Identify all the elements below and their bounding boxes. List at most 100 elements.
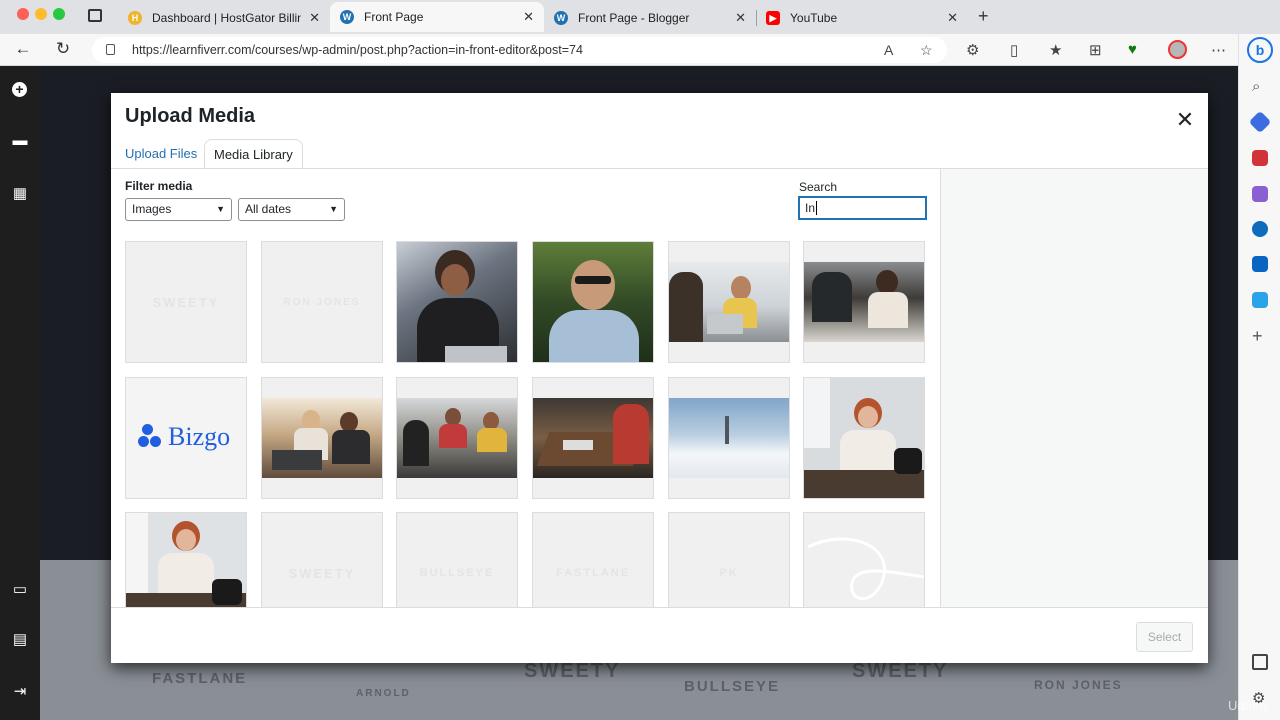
blocks-icon[interactable]: ▦: [12, 184, 28, 202]
maximize-window-button[interactable]: [53, 8, 65, 20]
browser-tab[interactable]: ▶ YouTube ✕: [756, 4, 968, 32]
media-logo-text: PK: [719, 567, 739, 579]
tab-title: YouTube: [790, 11, 838, 25]
close-icon[interactable]: ✕: [1175, 107, 1195, 133]
browser-tab-bar: H Dashboard | HostGator Billing/ ✕ W Fro…: [0, 0, 1280, 34]
bg-logo: SWEETY: [524, 660, 621, 682]
back-arrow-icon[interactable]: ←: [12, 39, 34, 59]
bg-logo: SWEETY: [852, 660, 949, 682]
tab-title: Dashboard | HostGator Billing/: [152, 11, 302, 25]
media-item[interactable]: [803, 512, 925, 607]
media-item[interactable]: [803, 241, 925, 363]
udemy-watermark: Udemy: [1228, 698, 1270, 713]
browser-tab[interactable]: H Dashboard | HostGator Billing/ ✕: [118, 4, 330, 32]
media-item[interactable]: [668, 377, 790, 499]
media-type-select[interactable]: Images ▼: [125, 198, 232, 221]
media-item[interactable]: SWEETY: [261, 512, 383, 607]
games-icon[interactable]: [1252, 186, 1268, 202]
browser-tab[interactable]: W Front Page - Blogger ✕: [544, 4, 756, 32]
tab-media-library[interactable]: Media Library: [204, 139, 303, 169]
extensions-icon[interactable]: ⚙: [966, 41, 979, 59]
media-item[interactable]: FASTLANE: [532, 512, 654, 607]
bg-logo: BULLSEYE: [684, 678, 781, 695]
page-icon[interactable]: ▤: [12, 630, 28, 648]
media-grid: SWEETY RON JONES Bizgo SWEETY BULLSEYE F…: [125, 241, 926, 607]
chevron-down-icon: ▼: [216, 204, 225, 214]
tab-actions-icon[interactable]: [88, 9, 102, 22]
favorites-icon[interactable]: ★: [1049, 41, 1062, 59]
split-screen-icon[interactable]: ▯: [1010, 41, 1018, 59]
media-item[interactable]: [261, 377, 383, 499]
close-window-button[interactable]: [17, 8, 29, 20]
media-item[interactable]: Bizgo: [125, 377, 247, 499]
swirl-graphic: [807, 537, 924, 600]
media-item[interactable]: [803, 377, 925, 499]
search-label: Search: [799, 180, 838, 194]
browser-tab-active[interactable]: W Front Page ✕: [330, 2, 544, 32]
bing-copilot-icon[interactable]: b: [1247, 37, 1273, 63]
add-sidebar-app-icon[interactable]: +: [1252, 327, 1268, 345]
filter-media-label: Filter media: [125, 179, 193, 193]
outlook-icon[interactable]: [1252, 256, 1268, 272]
bg-logo: FASTLANE: [152, 670, 248, 687]
favorite-star-icon[interactable]: ☆: [920, 42, 933, 59]
send-icon[interactable]: [1252, 292, 1268, 308]
media-logo-text: BULLSEYE: [419, 567, 495, 579]
bizgo-logo-icon: [138, 424, 164, 450]
media-logo-text: SWEETY: [288, 565, 356, 581]
upload-media-modal: Upload Media ✕ Upload Files Media Librar…: [111, 93, 1208, 663]
url-text: https://learnfiverr.com/courses/wp-admin…: [132, 43, 583, 57]
minimize-window-button[interactable]: [35, 8, 47, 20]
search-icon[interactable]: ⌕: [1252, 78, 1268, 95]
media-item[interactable]: BULLSEYE: [396, 512, 518, 607]
read-aloud-icon[interactable]: A: [884, 42, 893, 58]
tab-title: Front Page - Blogger: [578, 11, 690, 25]
add-block-icon[interactable]: +: [12, 82, 27, 97]
reload-icon[interactable]: ↻: [52, 39, 74, 59]
more-menu-icon[interactable]: ⋯: [1211, 41, 1226, 59]
close-tab-icon[interactable]: ✕: [735, 10, 746, 26]
search-input-value: In: [805, 201, 816, 215]
media-logo-text: FASTLANE: [555, 567, 631, 579]
bizgo-logo-text: Bizgo: [168, 422, 231, 451]
editor-side-rail: + ▬ ▦ ▭ ▤ ⇥: [0, 66, 40, 720]
media-item[interactable]: [396, 377, 518, 499]
media-item[interactable]: [532, 241, 654, 363]
media-date-value: All dates: [245, 202, 292, 216]
camera-prop: [894, 448, 922, 474]
search-input[interactable]: In: [799, 197, 926, 219]
browser-essentials-icon[interactable]: ♥: [1128, 41, 1137, 58]
media-type-value: Images: [132, 202, 172, 216]
tools-icon[interactable]: [1252, 150, 1268, 166]
close-tab-icon[interactable]: ✕: [309, 10, 320, 26]
media-item[interactable]: PK: [668, 512, 790, 607]
desktop-preview-icon[interactable]: ▭: [12, 580, 28, 598]
tab-upload-files[interactable]: Upload Files: [116, 139, 206, 169]
exit-editor-icon[interactable]: ⇥: [12, 682, 28, 700]
edge-sidebar: b ⌕ + ⚙: [1238, 34, 1280, 720]
media-item[interactable]: [668, 241, 790, 363]
media-date-select[interactable]: All dates ▼: [238, 198, 345, 221]
shopping-tag-icon[interactable]: [1248, 110, 1272, 134]
wordpress-icon: W: [340, 10, 354, 24]
hostgator-icon: H: [128, 11, 142, 25]
address-bar[interactable]: https://learnfiverr.com/courses/wp-admin…: [92, 37, 947, 63]
media-item[interactable]: [396, 241, 518, 363]
sidebar-toggle-icon[interactable]: [1252, 654, 1268, 670]
media-item[interactable]: [532, 377, 654, 499]
browser-toolbar: ← ↻ https://learnfiverr.com/courses/wp-a…: [0, 34, 1280, 66]
microsoft365-icon[interactable]: [1252, 221, 1268, 237]
profile-avatar[interactable]: [1168, 40, 1187, 59]
close-tab-icon[interactable]: ✕: [523, 9, 534, 25]
media-item[interactable]: SWEETY: [125, 241, 247, 363]
layers-icon[interactable]: ▬: [12, 132, 28, 149]
media-logo-text: RON JONES: [283, 296, 361, 308]
media-logo-text: SWEETY: [152, 294, 220, 310]
media-item[interactable]: [125, 512, 247, 607]
media-item[interactable]: RON JONES: [261, 241, 383, 363]
close-tab-icon[interactable]: ✕: [947, 10, 958, 26]
select-button[interactable]: Select: [1136, 622, 1193, 652]
bg-logo: ARNOLD: [356, 688, 411, 699]
collections-icon[interactable]: ⊞: [1089, 41, 1102, 59]
new-tab-icon[interactable]: +: [978, 6, 989, 27]
